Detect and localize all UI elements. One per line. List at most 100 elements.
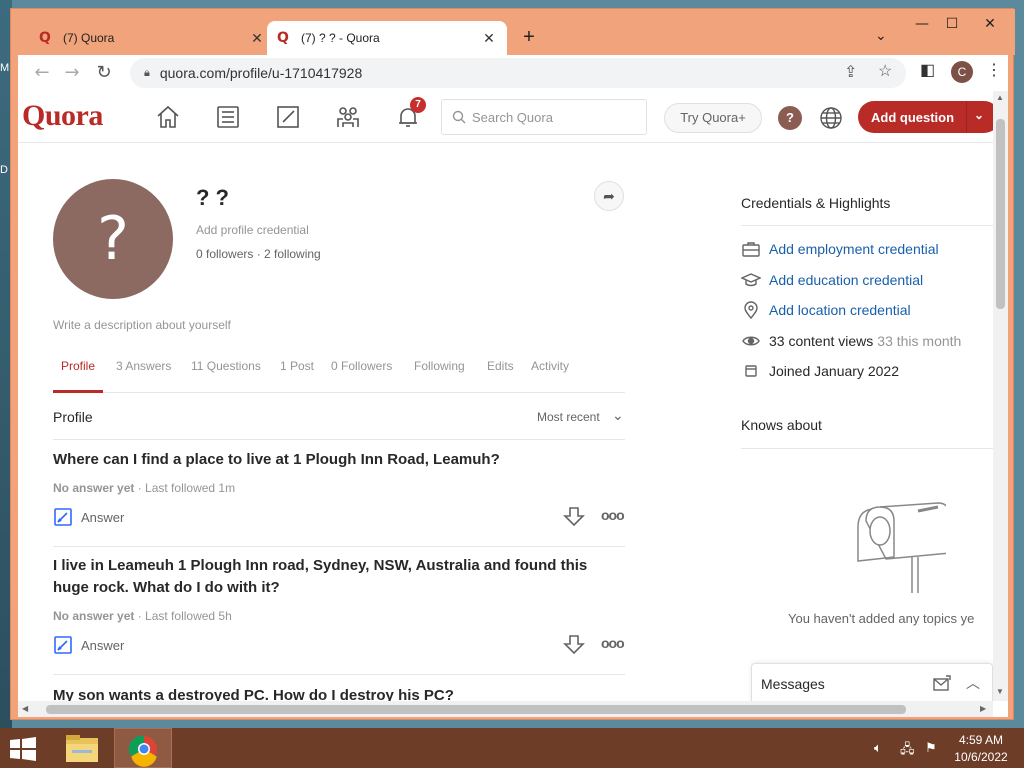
downvote-icon[interactable] <box>563 633 585 655</box>
back-icon[interactable]: ← <box>28 59 56 87</box>
tab-title: (7) Quora <box>63 31 115 45</box>
answer-pencil-icon <box>54 508 72 526</box>
content-views: 33 content views 33 this month <box>741 331 961 351</box>
chrome-taskbar-icon[interactable] <box>114 728 172 768</box>
clock-time[interactable]: 4:59 AM <box>958 733 1004 747</box>
tab-followers[interactable]: 0 Followers <box>323 359 400 393</box>
horizontal-scrollbar[interactable]: ◀ ▶ <box>18 701 993 717</box>
browser-menu-icon[interactable]: ⋮ <box>986 60 1002 80</box>
sort-dropdown[interactable]: Most recent <box>537 410 600 424</box>
scroll-down-icon[interactable]: ▼ <box>996 687 1004 696</box>
quora-logo[interactable]: Quora <box>22 99 103 133</box>
answer-pencil-icon <box>54 636 72 654</box>
language-globe-icon[interactable] <box>818 105 844 131</box>
minimize-icon[interactable]: — <box>907 13 937 35</box>
forward-icon[interactable]: → <box>58 59 86 87</box>
last-followed: · Last followed 5h <box>134 609 232 623</box>
add-education-credential[interactable]: Add education credential <box>741 270 923 290</box>
question-actions: Answer ooo <box>53 507 625 535</box>
clock-date[interactable]: 10/6/2022 <box>952 750 1010 764</box>
question-meta: No answer yet · Last followed 5h <box>53 609 625 623</box>
tab-quora-home[interactable]: Q (7) Quora ✕ <box>29 21 275 55</box>
tab-questions[interactable]: 11 Questions <box>183 359 269 393</box>
section-title: Profile <box>53 409 93 425</box>
maximize-icon[interactable]: ☐ <box>937 13 967 35</box>
browser-window: Q (7) Quora ✕ Q (7) ? ? - Quora ✕ + ⌄ — … <box>10 8 1015 720</box>
action-center-flag-icon[interactable]: ⚑ <box>925 740 937 756</box>
more-options-icon[interactable]: ooo <box>601 507 625 523</box>
scrollbar-thumb[interactable] <box>996 119 1005 309</box>
reload-icon[interactable]: ↻ <box>90 59 118 87</box>
close-window-icon[interactable]: ✕ <box>967 13 1013 35</box>
quora-favicon-icon: Q <box>277 30 289 46</box>
side-panel-icon[interactable]: ◧ <box>920 60 935 80</box>
search-input[interactable]: Search Quora <box>441 99 647 135</box>
tab-quora-profile[interactable]: Q (7) ? ? - Quora ✕ <box>267 21 507 55</box>
divider <box>741 225 999 226</box>
taskbar: 🔈︎ 🖧︎ ⚑ 4:59 AM 10/6/2022 <box>0 728 1024 768</box>
browser-toolbar: ← → ↻ 🔒︎ quora.com/profile/u-1710417928 … <box>18 55 1008 91</box>
home-icon[interactable] <box>154 103 184 131</box>
address-bar[interactable]: 🔒︎ quora.com/profile/u-1710417928 <box>130 58 906 88</box>
following-feed-icon[interactable] <box>214 103 244 131</box>
windows-start-icon[interactable] <box>8 736 38 762</box>
share-profile-icon[interactable]: ➦ <box>594 181 624 211</box>
answer-button[interactable]: Answer <box>53 635 124 655</box>
more-options-icon[interactable]: ooo <box>601 635 625 651</box>
url-text: quora.com/profile/u-1710417928 <box>159 65 363 81</box>
chevron-down-icon[interactable]: ⌄ <box>612 407 624 424</box>
answer-status: No answer yet <box>53 609 135 623</box>
scrollbar-thumb[interactable] <box>46 705 906 714</box>
tab-profile[interactable]: Profile <box>53 359 104 393</box>
last-followed: · Last followed 1m <box>134 481 236 495</box>
add-employment-credential[interactable]: Add employment credential <box>741 239 939 259</box>
tab-strip: Q (7) Quora ✕ Q (7) ? ? - Quora ✕ + ⌄ — … <box>11 9 1015 55</box>
tab-activity[interactable]: Activity <box>523 359 577 393</box>
profile-description-prompt[interactable]: Write a description about yourself <box>53 318 231 332</box>
question-title[interactable]: Where can I find a place to live at 1 Pl… <box>53 449 625 471</box>
downvote-icon[interactable] <box>563 505 585 527</box>
bookmark-star-icon[interactable]: ☆ <box>878 61 892 81</box>
vertical-scrollbar[interactable]: ▲ ▼ <box>993 91 1008 701</box>
chevron-up-icon[interactable]: ︿ <box>966 673 980 693</box>
tab-answers[interactable]: 3 Answers <box>108 359 179 393</box>
question-title[interactable]: I live in Leameuh 1 Plough Inn road, Syd… <box>53 555 625 599</box>
scroll-left-icon[interactable]: ◀ <box>22 704 28 713</box>
answer-pencil-icon[interactable] <box>274 103 304 131</box>
notification-badge: 7 <box>410 97 426 113</box>
new-tab-button[interactable]: + <box>517 25 541 49</box>
close-tab-icon[interactable]: ✕ <box>249 30 265 46</box>
divider <box>53 439 625 440</box>
education-link-text: Add education credential <box>769 272 924 288</box>
quora-header: Quora 7 Search Quora Try Quora+ ? Add qu… <box>18 91 1000 143</box>
tab-following[interactable]: Following <box>406 359 473 393</box>
tab-search-icon[interactable]: ⌄ <box>875 27 887 44</box>
messages-panel[interactable]: Messages ︿ <box>751 663 993 703</box>
compose-message-icon[interactable] <box>932 674 952 694</box>
speaker-muted-icon[interactable]: 🔈︎ <box>874 740 882 756</box>
user-avatar[interactable]: ? <box>778 106 802 130</box>
answer-button[interactable]: Answer <box>53 507 124 527</box>
browser-profile-avatar[interactable]: C <box>951 61 973 83</box>
scroll-up-icon[interactable]: ▲ <box>996 93 1004 102</box>
try-quora-plus-button[interactable]: Try Quora+ <box>664 103 762 133</box>
tab-title: (7) ? ? - Quora <box>301 31 380 45</box>
file-explorer-icon[interactable] <box>60 730 104 768</box>
network-icon[interactable]: 🖧︎ <box>900 740 915 762</box>
views-count: 33 content views <box>769 333 874 349</box>
close-tab-icon[interactable]: ✕ <box>481 30 497 46</box>
follow-stats[interactable]: 0 followers · 2 following <box>196 247 321 261</box>
answer-label: Answer <box>81 637 125 653</box>
desktop-icon-label: D <box>0 164 8 176</box>
tab-posts[interactable]: 1 Post <box>272 359 322 393</box>
add-profile-credential-link[interactable]: Add profile credential <box>196 223 309 237</box>
add-location-credential[interactable]: Add location credential <box>741 300 911 320</box>
scroll-right-icon[interactable]: ▶ <box>980 704 986 713</box>
spaces-icon[interactable] <box>334 103 364 131</box>
share-icon[interactable]: ⇪ <box>844 62 857 82</box>
calendar-icon <box>745 365 757 377</box>
chevron-down-icon[interactable]: ⌄ <box>974 108 984 122</box>
add-question-button[interactable]: Add question ⌄ <box>858 101 1000 133</box>
profile-avatar[interactable]: ? <box>53 179 173 299</box>
tab-edits[interactable]: Edits <box>479 359 522 393</box>
